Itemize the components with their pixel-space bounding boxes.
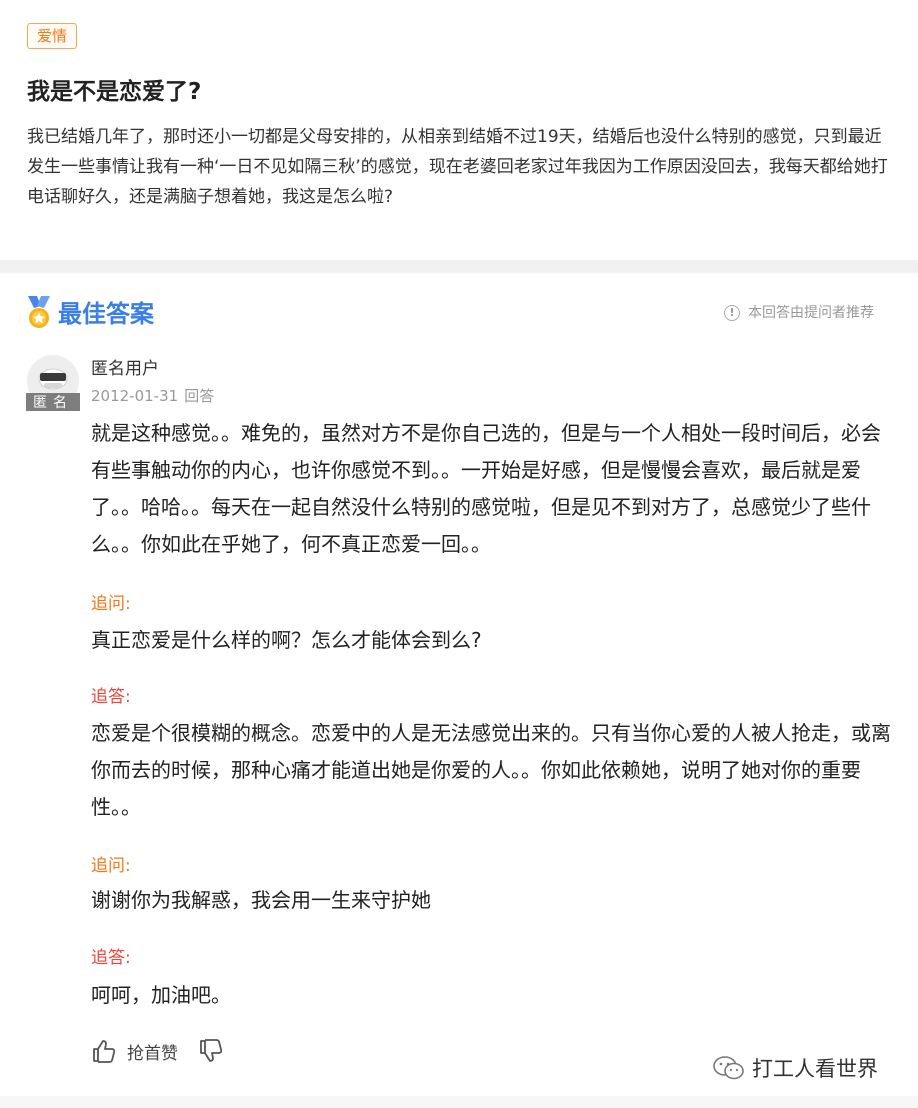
info-icon: ! xyxy=(724,305,740,321)
watermark: 打工人看世界 xyxy=(712,1052,878,1084)
recommend-note: ! 本回答由提问者推荐 xyxy=(724,302,874,324)
question-title: 我是不是恋爱了? xyxy=(27,79,202,105)
answer-date: 2012-01-31 xyxy=(91,387,179,405)
followup-ask-label: 追问: xyxy=(91,856,131,876)
followup-ask-text: 谢谢你为我解惑，我会用一生来守护她 xyxy=(91,888,431,912)
watermark-text: 打工人看世界 xyxy=(752,1057,878,1081)
answer-meta: 2012-01-31 回答 xyxy=(91,385,220,407)
avatar[interactable]: 匿名 xyxy=(26,355,80,411)
recommend-text: 本回答由提问者推荐 xyxy=(748,305,874,321)
question-body: 我已结婚几年了，那时还小一切都是父母安排的，从相亲到结婚不过19天，结婚后也没什… xyxy=(27,127,888,207)
followup-reply-label: 追答: xyxy=(91,948,131,968)
followup-reply-text: 呵呵，加油吧。 xyxy=(91,983,231,1007)
answer-actions: 抢首赞 xyxy=(91,1037,224,1065)
section-divider xyxy=(0,260,918,273)
answer-action: 回答 xyxy=(184,387,215,405)
category-tag[interactable]: 爱情 xyxy=(27,23,77,49)
like-button[interactable]: 抢首赞 xyxy=(127,1039,178,1064)
answer-username[interactable]: 匿名用户 xyxy=(91,357,159,381)
bottom-divider xyxy=(0,1096,918,1108)
followup-ask-text: 真正恋爱是什么样的啊？怎么才能体会到么? xyxy=(91,628,482,652)
followup-ask-label: 追问: xyxy=(91,594,131,614)
thumbs-up-icon[interactable] xyxy=(91,1038,117,1064)
wechat-icon xyxy=(713,1056,744,1080)
thumbs-down-icon[interactable] xyxy=(198,1038,224,1064)
avatar-label: 匿名 xyxy=(33,395,73,411)
followup-reply-text: 恋爱是个很模糊的概念。恋爱中的人是无法感觉出来的。只有当你心爱的人被人抢走，或离… xyxy=(91,721,891,819)
medal-icon xyxy=(28,296,50,328)
best-answer-title: 最佳答案 xyxy=(58,300,154,328)
followup-reply-label: 追答: xyxy=(91,687,131,707)
answer-content: 就是这种感觉。。难免的，虽然对方不是你自己选的，但是与一个人相处一段时间后，必会… xyxy=(91,421,881,556)
